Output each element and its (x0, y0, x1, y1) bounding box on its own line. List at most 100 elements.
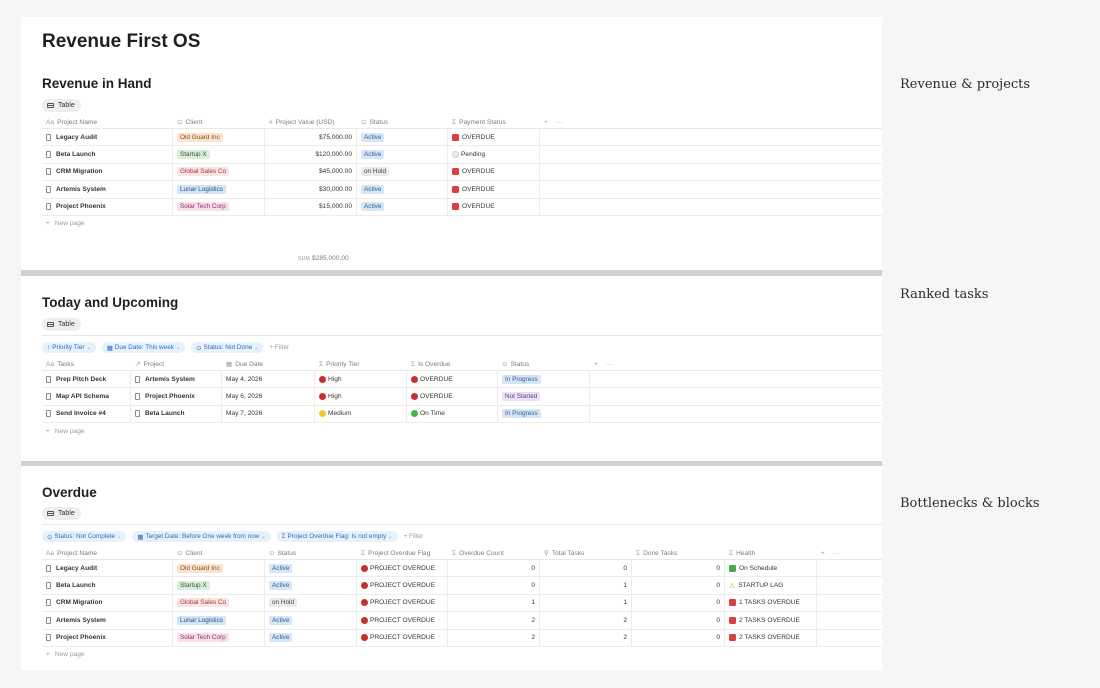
filter-chip-overdue-flag[interactable]: Σ Project Overdue Flag: Is not empty ⌄ (276, 531, 398, 542)
more-options-icon[interactable]: ··· (606, 361, 613, 368)
table-cell[interactable]: OVERDUE (448, 181, 540, 198)
table-cell[interactable]: 2 (540, 629, 632, 646)
table-cell[interactable]: Lunar Logistics (173, 612, 265, 629)
table-cell[interactable]: CRM Migration (42, 163, 173, 181)
table-cell[interactable]: PROJECT OVERDUE (357, 560, 448, 577)
table-cell[interactable]: $45,000.00 (265, 163, 357, 181)
table-cell[interactable]: 1 (540, 594, 632, 612)
filter-chip-status[interactable]: ⊙ Status: Not Done ⌄ (191, 342, 264, 353)
table-cell[interactable]: High (315, 388, 407, 405)
add-column-icon[interactable]: + (821, 550, 825, 557)
table-cell[interactable]: 0 (632, 560, 725, 577)
table-cell[interactable]: $30,000.00 (265, 181, 357, 198)
table-cell[interactable]: Beta Launch (42, 577, 173, 594)
table-cell[interactable]: May 6, 2026 (222, 388, 315, 405)
table-cell[interactable]: Pending (448, 146, 540, 163)
table-cell[interactable]: 0 (632, 629, 725, 646)
table-cell[interactable]: Active (265, 577, 357, 594)
table-cell[interactable]: PROJECT OVERDUE (357, 577, 448, 594)
table-cell[interactable]: Active (265, 560, 357, 577)
table-cell[interactable]: 0 (448, 560, 540, 577)
more-options-icon[interactable]: ··· (833, 550, 840, 557)
table-cell[interactable]: 2 (448, 629, 540, 646)
table-cell[interactable]: CRM Migration (42, 594, 173, 612)
col-header[interactable]: Status (278, 550, 297, 557)
table-cell[interactable]: Project Phoenix (42, 198, 173, 215)
table-cell[interactable]: Medium (315, 405, 407, 423)
table-row[interactable]: Map API Schema Project Phoenix May 6, 2026… (42, 388, 882, 406)
table-cell[interactable]: Beta Launch (42, 146, 173, 163)
table-row[interactable]: Project Phoenix Solar Tech Corp $15,000.00… (42, 198, 882, 216)
table-cell[interactable]: 0 (448, 577, 540, 594)
table-cell[interactable]: 1 (448, 594, 540, 612)
table-cell[interactable]: PROJECT OVERDUE (357, 629, 448, 646)
table-cell[interactable]: PROJECT OVERDUE (357, 612, 448, 629)
table-row[interactable]: Beta Launch Startup X Active PROJECT OVERDU… (42, 577, 882, 595)
table-cell[interactable]: Startup X (173, 577, 265, 594)
table-cell[interactable]: 2 TASKS OVERDUE (725, 629, 817, 646)
filter-chip-status[interactable]: ⊙ Status: Not Complete ⌄ (42, 531, 127, 542)
col-header[interactable]: Due Date (235, 361, 263, 368)
new-page-button[interactable]: + New page (42, 647, 882, 663)
table-cell[interactable]: Global Sales Co (173, 594, 265, 612)
more-options-icon[interactable]: ··· (556, 119, 563, 126)
col-header[interactable]: Client (186, 119, 203, 126)
table-cell[interactable]: May 7, 2026 (222, 405, 315, 423)
table-row[interactable]: Legacy Audit Old Guard Inc $75,000.00 Activ… (42, 129, 882, 147)
table-cell[interactable]: ⚠ STARTUP LAG (725, 577, 817, 594)
table-cell[interactable]: Startup X (173, 146, 265, 163)
add-column-icon[interactable]: + (594, 361, 598, 368)
table-cell[interactable]: Beta Launch (131, 405, 222, 423)
table-cell[interactable]: OVERDUE (448, 129, 540, 146)
table-cell[interactable]: on Hold (265, 594, 357, 612)
add-filter-button[interactable]: + Filter (404, 533, 424, 540)
table-cell[interactable]: Solar Tech Corp (173, 198, 265, 215)
new-page-button[interactable]: + New page (42, 423, 882, 439)
table-row[interactable]: Artemis System Lunar Logistics $30,000.00 A… (42, 181, 882, 199)
col-header[interactable]: Client (186, 550, 203, 557)
table-cell[interactable]: Send Invoice #4 (42, 405, 131, 423)
col-header[interactable]: Project Name (57, 119, 97, 126)
table-cell[interactable]: $120,000.00 (265, 146, 357, 163)
table-row[interactable]: Legacy Audit Old Guard Inc Active PROJECT O… (42, 560, 882, 578)
table-cell[interactable]: $15,000.00 (265, 198, 357, 215)
table-cell[interactable]: 2 TASKS OVERDUE (725, 612, 817, 629)
table-cell[interactable]: Prep Pitch Deck (42, 371, 131, 388)
table-cell[interactable]: On Schedule (725, 560, 817, 577)
filter-chip-priority[interactable]: ↑ Priority Tier ⌄ (42, 342, 96, 353)
table-cell[interactable]: Active (357, 198, 448, 215)
col-header[interactable]: Project Overdue Flag (368, 550, 430, 557)
table-cell[interactable]: Legacy Audit (42, 129, 173, 146)
table-cell[interactable]: $75,000.00 (265, 129, 357, 146)
sum-calculation[interactable]: SUM $285,000.00 (298, 255, 349, 262)
table-cell[interactable]: High (315, 371, 407, 388)
col-header[interactable]: Is Overdue (418, 361, 450, 368)
col-header[interactable]: Overdue Count (459, 550, 504, 557)
view-tab-table[interactable]: Table (42, 99, 81, 112)
view-tab-table[interactable]: Table (42, 507, 81, 520)
table-cell[interactable]: 0 (632, 577, 725, 594)
table-cell[interactable]: 0 (632, 612, 725, 629)
col-header[interactable]: Total Tasks (552, 550, 585, 557)
table-cell[interactable]: OVERDUE (407, 371, 498, 388)
col-header[interactable]: Project (144, 361, 165, 368)
table-row[interactable]: Artemis System Lunar Logistics Active PROJE… (42, 612, 882, 630)
table-cell[interactable]: In Progress (498, 371, 590, 388)
col-header[interactable]: Done Tasks (643, 550, 677, 557)
table-row[interactable]: Send Invoice #4 Beta Launch May 7, 2026 Med… (42, 405, 882, 424)
table-cell[interactable]: OVERDUE (448, 163, 540, 181)
table-cell[interactable]: PROJECT OVERDUE (357, 594, 448, 612)
table-cell[interactable]: Map API Schema (42, 388, 131, 405)
add-filter-button[interactable]: + Filter (269, 344, 289, 351)
table-cell[interactable]: 1 (540, 577, 632, 594)
col-header[interactable]: Status (370, 119, 389, 126)
table-cell[interactable]: Old Guard Inc (173, 129, 265, 146)
add-column-icon[interactable]: + (544, 119, 548, 126)
table-cell[interactable]: Project Phoenix (42, 629, 173, 646)
table-row[interactable]: Beta Launch Startup X $120,000.00 Active Pen… (42, 146, 882, 164)
table-cell[interactable]: Solar Tech Corp (173, 629, 265, 646)
table-cell[interactable]: Active (357, 146, 448, 163)
table-cell[interactable]: 2 (540, 612, 632, 629)
new-page-button[interactable]: + New page (42, 216, 882, 232)
table-cell[interactable]: Not Started (498, 388, 590, 405)
